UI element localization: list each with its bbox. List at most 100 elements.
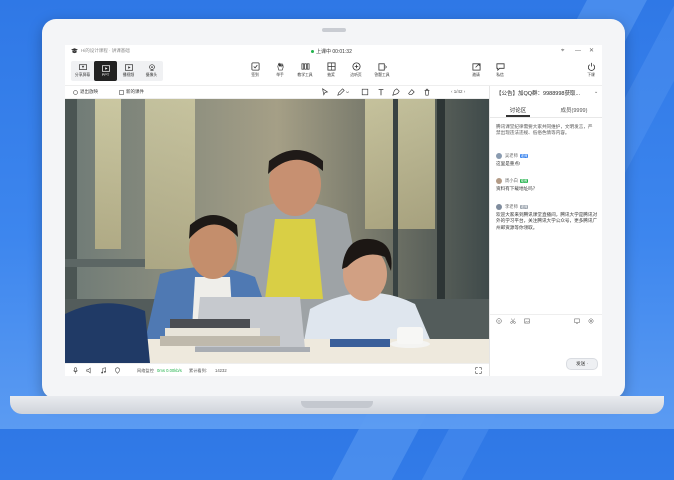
pencil-icon[interactable] — [392, 88, 400, 96]
close-icon[interactable]: ✕ — [589, 47, 594, 55]
quiz-tools-button[interactable]: 答题工具 — [371, 62, 393, 78]
chat-notice: 腾讯课堂纪律需要大家共同维护，文明发言，严禁出现违法违规、低俗色情等内容。 — [496, 124, 593, 136]
tool-label: 下课 — [587, 72, 595, 77]
tool-label: 举手 — [276, 72, 284, 77]
message-author: 李老师 — [505, 204, 518, 209]
teaching-tools-icon — [301, 63, 309, 70]
eraser-icon[interactable] — [407, 88, 415, 96]
teaching-tools-button[interactable]: 教学工具 — [294, 62, 316, 78]
camera-icon — [148, 64, 155, 71]
scissors-icon[interactable] — [510, 318, 516, 324]
tool-label: 私信 — [496, 72, 504, 77]
new-courseware-label: 新的课件 — [126, 89, 144, 94]
chat-message: 周小白 助教 资料有下载地址吗？ — [496, 178, 598, 192]
live-status: 上课中 00:01:32 — [311, 48, 352, 55]
tool-label: 边听页 — [350, 72, 362, 77]
screen-share-icon — [78, 64, 87, 71]
mode-label: 摄像头 — [145, 72, 158, 77]
dropdown-chevron-icon[interactable] — [345, 88, 350, 96]
chat-input[interactable] — [494, 328, 602, 358]
quiz-icon — [377, 63, 387, 71]
message-header: 周小白 助教 — [496, 178, 598, 184]
mode-ppt-button[interactable]: PPT — [94, 61, 117, 81]
live-status-text: 上课中 00:01:32 — [316, 49, 352, 55]
exit-icon — [73, 89, 78, 95]
invite-icon — [471, 63, 481, 71]
screen-share-icon[interactable] — [574, 318, 580, 324]
page-indicator: 1/42 — [453, 89, 463, 94]
announcement-banner[interactable]: 【公告】加QQ群：9988998获取... — [496, 89, 592, 97]
laptop-notch — [301, 401, 373, 408]
pen-icon[interactable] — [337, 88, 345, 96]
avatar — [496, 178, 502, 184]
mode-video-button[interactable]: 播视频 — [117, 61, 140, 81]
live-dot-icon — [311, 50, 314, 54]
role-badge: 老师 — [519, 153, 529, 159]
checkin-icon — [250, 62, 260, 71]
cursor-icon[interactable] — [321, 88, 329, 96]
image-icon[interactable] — [524, 318, 530, 324]
mode-screen-share-button[interactable]: 分享屏幕 — [71, 61, 94, 81]
total-viewers-value: 14232 — [215, 368, 227, 373]
tool-label: 签到 — [251, 72, 259, 77]
private-message-icon — [495, 63, 505, 71]
page-navigator[interactable]: ‹ 1/42 › — [451, 89, 465, 94]
private-message-button[interactable]: 私信 — [489, 62, 511, 78]
video-play-icon — [124, 64, 133, 71]
tool-label: 邀请 — [472, 72, 480, 77]
lottery-button[interactable]: 抽奖 — [320, 62, 342, 78]
avatar — [496, 204, 502, 210]
lottery-icon — [326, 62, 336, 71]
text-icon[interactable] — [377, 88, 385, 96]
ppt-icon — [101, 65, 110, 72]
location-icon[interactable] — [114, 367, 121, 374]
settings-icon[interactable] — [588, 318, 594, 324]
tab-members[interactable]: 成员(9999) — [546, 106, 602, 114]
emoji-icon[interactable] — [496, 318, 502, 324]
speaker-icon[interactable] — [86, 367, 93, 374]
message-header: 吴老师 老师 — [496, 153, 598, 159]
end-class-button[interactable]: 下课 — [580, 62, 602, 78]
tool-label: 教学工具 — [297, 72, 313, 77]
pin-icon[interactable]: ⌖ — [561, 47, 564, 55]
send-button[interactable]: 发送 · — [566, 358, 598, 370]
next-page-icon[interactable]: › — [463, 89, 466, 94]
checkin-button[interactable]: 签到 — [244, 62, 266, 78]
mode-camera-button[interactable]: 摄像头 — [140, 61, 163, 81]
add-page-icon — [351, 62, 361, 71]
message-header: 李老师 老师 — [496, 204, 598, 210]
exit-slideshow-button[interactable]: 退出放映 — [73, 89, 98, 95]
tab-discussion[interactable]: 讨论区 — [490, 106, 546, 114]
chat-message: 吴老师 老师 这里是重点! — [496, 153, 598, 167]
microphone-icon[interactable] — [72, 367, 79, 374]
tool-label: 答题工具 — [374, 72, 390, 77]
music-icon[interactable] — [100, 367, 107, 374]
new-courseware-button[interactable]: 新的课件 — [119, 89, 144, 95]
app-logo-icon — [71, 48, 78, 54]
message-text: 资料有下载地址吗？ — [496, 186, 538, 191]
network-monitor-value: 0ms 0.00kb/s — [157, 368, 182, 373]
message-author: 吴老师 — [505, 153, 518, 158]
minimize-icon[interactable]: — — [575, 47, 581, 55]
mode-label: 分享屏幕 — [74, 72, 91, 77]
shape-icon[interactable] — [361, 88, 369, 96]
slide-toolbar: 退出放映 新的课件 ‹ 1/42 › — [65, 86, 489, 99]
message-author: 周小白 — [505, 178, 518, 183]
chat-message: 李老师 老师 欢迎大家来到腾讯课堂直播间，腾讯大学是腾讯对外的学习平台，关注腾讯… — [496, 204, 598, 231]
avatar — [496, 153, 502, 159]
total-viewers-label: 累计看到: — [189, 368, 207, 373]
message-text: 这里是重点! — [496, 161, 521, 166]
raise-hand-icon — [276, 62, 284, 71]
raise-hand-button[interactable]: 举手 — [269, 62, 291, 78]
courseware-icon — [119, 89, 124, 95]
trash-icon[interactable] — [423, 88, 431, 96]
laptop-camera — [322, 28, 346, 32]
add-page-button[interactable]: 边听页 — [345, 62, 367, 78]
invite-button[interactable]: 邀请 — [465, 62, 487, 78]
exit-slideshow-label: 退出放映 — [80, 89, 98, 94]
slide-image — [65, 99, 489, 363]
announcement-chevron-icon[interactable]: ⌄ — [594, 89, 598, 95]
chat-tabs: 讨论区 成员(9999) — [490, 103, 602, 118]
power-icon — [587, 62, 595, 71]
fullscreen-icon[interactable] — [475, 367, 482, 374]
